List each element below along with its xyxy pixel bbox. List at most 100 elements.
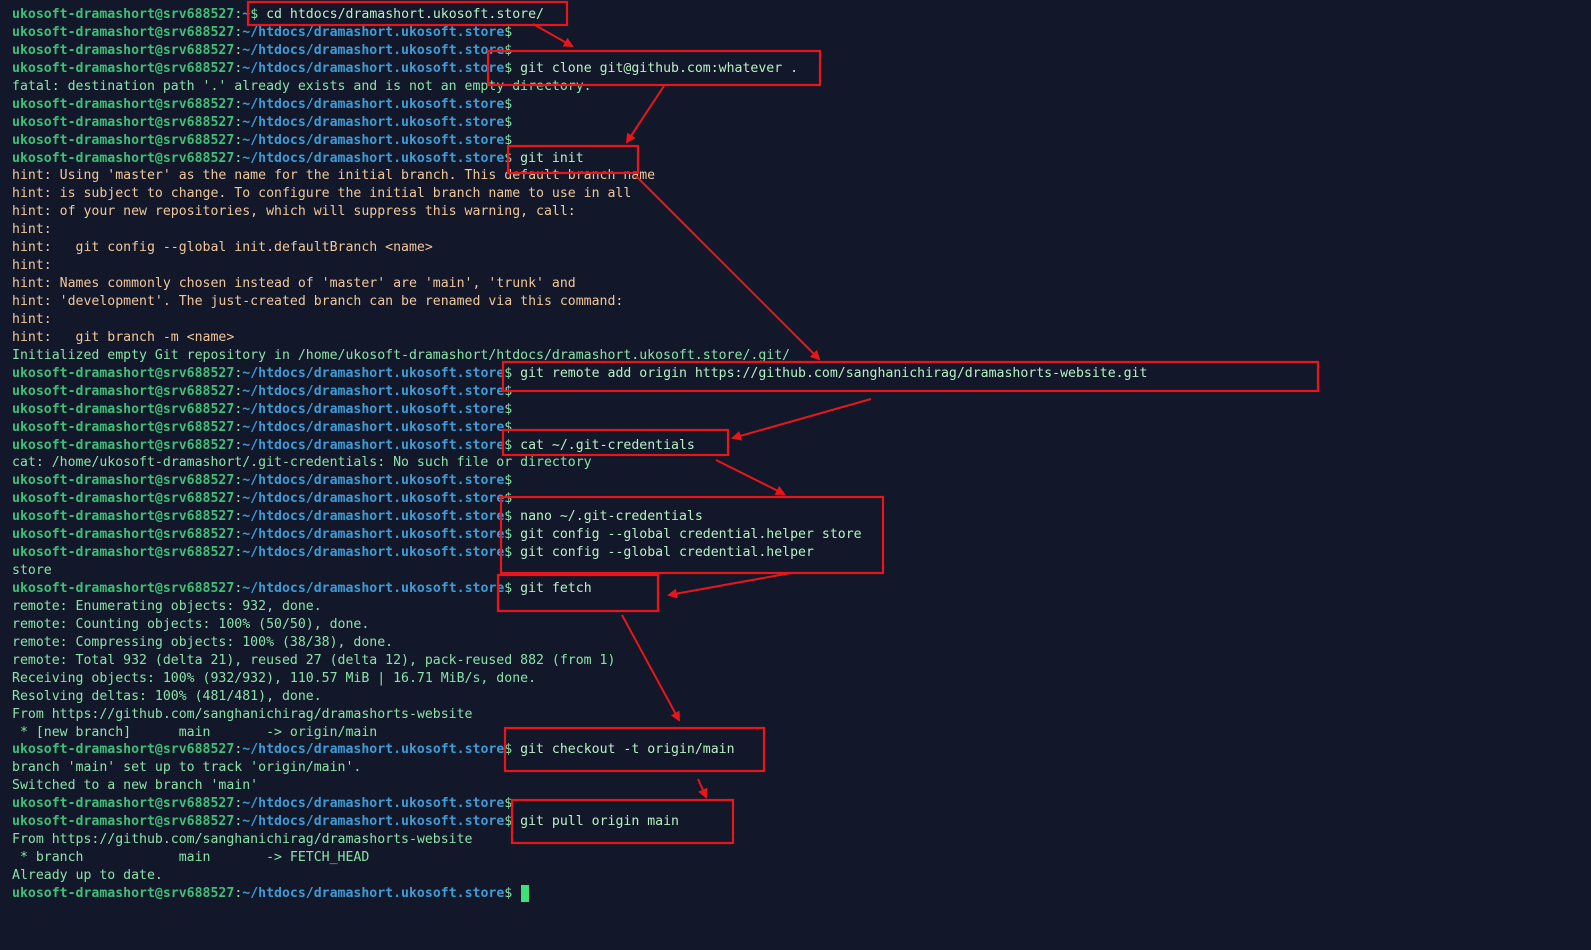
prompt-user: ukosoft-dramashort@srv688527	[12, 132, 235, 148]
prompt-line: ukosoft-dramashort@srv688527:~/htdocs/dr…	[12, 508, 1591, 526]
hint-text: hint:	[12, 222, 52, 238]
hint-line: hint:	[12, 221, 1591, 239]
prompt-dollar: $	[250, 7, 259, 22]
prompt-dollar: $	[504, 24, 513, 40]
output-text: Already up to date.	[12, 868, 163, 883]
output-line: Switched to a new branch 'main'	[12, 777, 1591, 795]
output-line: From https://github.com/sanghanichirag/d…	[12, 831, 1591, 849]
prompt-line: ukosoft-dramashort@srv688527:~/htdocs/dr…	[12, 795, 1591, 813]
prompt-user: ukosoft-dramashort@srv688527	[12, 42, 235, 58]
output-line: remote: Total 932 (delta 21), reused 27 …	[12, 652, 1591, 670]
prompt-user: ukosoft-dramashort@srv688527	[12, 473, 235, 489]
prompt-path: ~/htdocs/dramashort.ukosoft.store	[242, 96, 505, 112]
hint-text: hint: git config --global init.defaultBr…	[12, 240, 433, 256]
command-text: git config --global credential.helper st…	[512, 527, 862, 543]
prompt-user: ukosoft-dramashort@srv688527	[12, 437, 235, 453]
prompt-user: ukosoft-dramashort@srv688527	[12, 491, 235, 507]
hint-line: hint:	[12, 257, 1591, 275]
command-text	[512, 886, 520, 901]
prompt-user: ukosoft-dramashort@srv688527	[12, 60, 235, 76]
prompt-path: ~/htdocs/dramashort.ukosoft.store	[242, 742, 505, 758]
prompt-line: ukosoft-dramashort@srv688527:~$ cd htdoc…	[12, 6, 1591, 24]
prompt-user: ukosoft-dramashort@srv688527	[12, 383, 235, 399]
hint-text: hint:	[12, 258, 52, 274]
prompt-path: ~/htdocs/dramashort.ukosoft.store	[242, 114, 505, 130]
hint-text: hint: is subject to change. To configure…	[12, 186, 632, 202]
prompt-path: ~/htdocs/dramashort.ukosoft.store	[242, 365, 505, 381]
prompt-dollar: $	[504, 473, 513, 489]
prompt-line: ukosoft-dramashort@srv688527:~/htdocs/dr…	[12, 114, 1591, 132]
output-text: Resolving deltas: 100% (481/481), done.	[12, 688, 322, 704]
output-line: * [new branch] main -> origin/main	[12, 724, 1591, 742]
hint-text: hint: Names commonly chosen instead of '…	[12, 276, 576, 292]
prompt-path: ~/htdocs/dramashort.ukosoft.store	[242, 581, 505, 596]
hint-line: hint:	[12, 311, 1591, 329]
prompt-path: ~/htdocs/dramashort.ukosoft.store	[242, 491, 505, 507]
prompt-line: ukosoft-dramashort@srv688527:~/htdocs/dr…	[12, 96, 1591, 114]
command-text: nano ~/.git-credentials	[512, 509, 703, 525]
output-line: Already up to date.	[12, 867, 1591, 885]
command-text: cat ~/.git-credentials	[512, 437, 695, 453]
prompt-path: ~/htdocs/dramashort.ukosoft.store	[242, 60, 505, 76]
prompt-dollar: $	[504, 491, 513, 507]
prompt-line: ukosoft-dramashort@srv688527:~/htdocs/dr…	[12, 526, 1591, 544]
command-text: git pull origin main	[512, 814, 679, 830]
prompt-dollar: $	[504, 401, 513, 417]
hint-line: hint: of your new repositories, which wi…	[12, 203, 1591, 221]
hint-text: hint: Using 'master' as the name for the…	[12, 168, 656, 184]
prompt-path: ~/htdocs/dramashort.ukosoft.store	[242, 509, 505, 525]
hint-line: hint: git config --global init.defaultBr…	[12, 239, 1591, 257]
output-text: remote: Enumerating objects: 932, done.	[12, 598, 322, 614]
command-text: cd htdocs/dramashort.ukosoft.store/	[258, 7, 544, 22]
prompt-dollar: $	[504, 96, 513, 112]
prompt-path: ~/htdocs/dramashort.ukosoft.store	[242, 527, 505, 543]
prompt-path: ~/htdocs/dramashort.ukosoft.store	[242, 814, 505, 830]
prompt-user: ukosoft-dramashort@srv688527	[12, 150, 235, 166]
prompt-user: ukosoft-dramashort@srv688527	[12, 796, 235, 812]
prompt-path: ~/htdocs/dramashort.ukosoft.store	[242, 401, 505, 417]
output-line: remote: Counting objects: 100% (50/50), …	[12, 616, 1591, 634]
output-line: From https://github.com/sanghanichirag/d…	[12, 706, 1591, 724]
prompt-user: ukosoft-dramashort@srv688527	[12, 419, 235, 435]
prompt-path: ~/htdocs/dramashort.ukosoft.store	[242, 796, 505, 812]
command-text: git remote add origin https://github.com…	[512, 365, 1148, 381]
prompt-line: ukosoft-dramashort@srv688527:~/htdocs/dr…	[12, 884, 1591, 903]
output-line: Resolving deltas: 100% (481/481), done.	[12, 688, 1591, 706]
prompt-line: ukosoft-dramashort@srv688527:~/htdocs/dr…	[12, 437, 1591, 455]
prompt-user: ukosoft-dramashort@srv688527	[12, 509, 235, 525]
prompt-line: ukosoft-dramashort@srv688527:~/htdocs/dr…	[12, 150, 1591, 168]
prompt-path: ~/htdocs/dramashort.ukosoft.store	[242, 473, 505, 489]
prompt-dollar: $	[504, 419, 513, 435]
output-text: store	[12, 563, 52, 579]
prompt-user: ukosoft-dramashort@srv688527	[12, 527, 235, 543]
prompt-line: ukosoft-dramashort@srv688527:~/htdocs/dr…	[12, 383, 1591, 401]
prompt-path: ~/htdocs/dramashort.ukosoft.store	[242, 885, 505, 901]
hint-text: hint: git branch -m <name>	[12, 329, 235, 345]
prompt-user: ukosoft-dramashort@srv688527	[12, 7, 235, 22]
prompt-user: ukosoft-dramashort@srv688527	[12, 365, 235, 381]
prompt-path: ~/htdocs/dramashort.ukosoft.store	[242, 437, 505, 453]
output-text: * branch main -> FETCH_HEAD	[12, 850, 370, 866]
output-line: fatal: destination path '.' already exis…	[12, 78, 1591, 96]
command-text: git config --global credential.helper	[512, 545, 814, 561]
prompt-path: ~/htdocs/dramashort.ukosoft.store	[242, 24, 505, 40]
output-line: store	[12, 562, 1591, 580]
output-text: From https://github.com/sanghanichirag/d…	[12, 832, 473, 848]
prompt-path: ~/htdocs/dramashort.ukosoft.store	[242, 383, 505, 399]
terminal-output[interactable]: ukosoft-dramashort@srv688527:~$ cd htdoc…	[12, 6, 1591, 903]
prompt-path: ~/htdocs/dramashort.ukosoft.store	[242, 42, 505, 58]
prompt-path: ~/htdocs/dramashort.ukosoft.store	[242, 150, 505, 166]
hint-text: hint: of your new repositories, which wi…	[12, 204, 576, 220]
hint-line: hint: is subject to change. To configure…	[12, 185, 1591, 203]
prompt-user: ukosoft-dramashort@srv688527	[12, 401, 235, 417]
output-text: From https://github.com/sanghanichirag/d…	[12, 706, 473, 722]
command-text: git clone git@github.com:whatever .	[512, 60, 799, 76]
prompt-user: ukosoft-dramashort@srv688527	[12, 814, 235, 830]
hint-text: hint: 'development'. The just-created br…	[12, 294, 624, 309]
prompt-line: ukosoft-dramashort@srv688527:~/htdocs/dr…	[12, 401, 1591, 419]
prompt-path: ~/htdocs/dramashort.ukosoft.store	[242, 132, 505, 148]
output-line: remote: Compressing objects: 100% (38/38…	[12, 634, 1591, 652]
prompt-line: ukosoft-dramashort@srv688527:~/htdocs/dr…	[12, 544, 1591, 562]
output-text: * [new branch] main -> origin/main	[12, 724, 378, 740]
prompt-line: ukosoft-dramashort@srv688527:~/htdocs/dr…	[12, 60, 1591, 78]
